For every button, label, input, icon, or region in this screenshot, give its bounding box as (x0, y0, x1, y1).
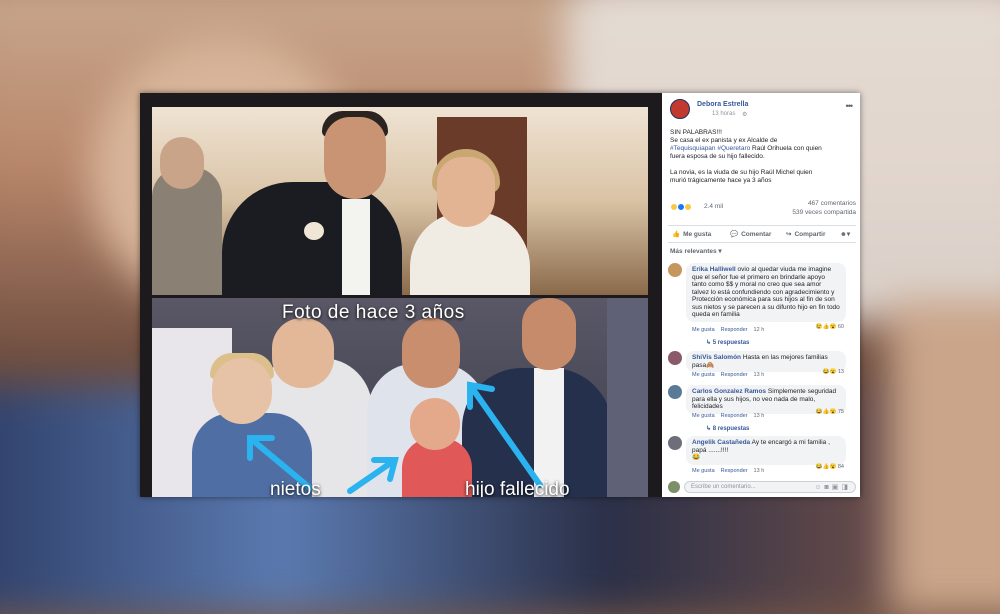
post-photo[interactable]: Foto de hace 3 años nietos hijo fallecid… (140, 93, 662, 497)
comment-reactions[interactable]: 😢👍😮 60 (816, 324, 844, 330)
annotation-arrows (247, 381, 543, 494)
arrow-deceased-son (467, 382, 543, 488)
sort-comments[interactable]: Más relevantes ▾ (670, 247, 722, 255)
reactions-bar: 2.4 mil 467 comentarios 539 veces compar… (670, 199, 856, 217)
comment-like-link[interactable]: Me gusta (692, 372, 715, 378)
view-replies-link[interactable]: ↳ 5 respuestas (706, 339, 749, 346)
hashtag-queretaro[interactable]: #Queretaro (717, 145, 750, 152)
wow-icon (684, 203, 692, 211)
comment-bubble: Angelik Castañeda Ay te encargó a mi fam… (686, 436, 846, 465)
comment-composer: Escribe un comentario... ☺◙▣◨ (668, 481, 856, 495)
sticker-icon: ◨ (841, 484, 851, 491)
thumbs-up-icon: 👍 (672, 231, 681, 238)
author-name[interactable]: Debora Estrella (697, 101, 748, 108)
like-button[interactable]: 👍 Me gusta (672, 230, 711, 238)
comment-placeholder: Escribe un comentario... (691, 484, 756, 490)
comment-meta: Me gusta Responder 13 h (692, 468, 765, 474)
comment-meta: Me gusta Responder 13 h (692, 372, 765, 378)
reaction-picker[interactable]: ☻▾ (840, 230, 850, 238)
facebook-post: Foto de hace 3 años nietos hijo fallecid… (140, 93, 860, 497)
comment-reply-link[interactable]: Responder (721, 413, 748, 419)
camera-icon: ◙ (824, 484, 832, 491)
commenter-avatar[interactable] (668, 263, 682, 277)
share-icon: ↪ (786, 231, 792, 238)
comment-bubble: Erika Halliwell ovio al quedar viuda me … (686, 263, 846, 322)
post-text: SIN PALABRAS!!! Se casa el ex panista y … (670, 129, 822, 184)
label-deceased-son: hijo fallecido (465, 479, 570, 497)
comment-reactions[interactable]: 😂👍😮 75 (816, 409, 844, 415)
post-header: Debora Estrella 13 horas ⚙ ••• (670, 99, 856, 123)
author-avatar[interactable] (670, 99, 690, 119)
comment-input[interactable]: Escribe un comentario... ☺◙▣◨ (684, 481, 856, 493)
comment-reactions[interactable]: 😂👍😮 84 (816, 464, 844, 470)
commenter-name[interactable]: ShiVis Salomón (692, 354, 741, 361)
post-time[interactable]: 13 horas (712, 111, 735, 117)
reactions-count[interactable]: 2.4 mil (704, 203, 723, 210)
hashtag-tequisquiapan[interactable]: #Tequisquiapan (670, 145, 716, 152)
view-replies-link[interactable]: ↳ 8 respuestas (706, 425, 749, 432)
own-avatar (668, 481, 680, 493)
comment-icon: 💬 (730, 231, 739, 238)
comment-like-link[interactable]: Me gusta (692, 327, 715, 333)
comment-reply-link[interactable]: Responder (721, 327, 748, 333)
post-sidebar: Debora Estrella 13 horas ⚙ ••• SIN PALAB… (662, 93, 860, 497)
comment-meta: Me gusta Responder 13 h (692, 413, 765, 419)
globe-icon: ⚙ (742, 112, 748, 118)
shares-count[interactable]: 539 veces compartida (792, 208, 856, 217)
comment-like-link[interactable]: Me gusta (692, 468, 715, 474)
post-actions: 👍 Me gusta 💬 Comentar ↪ Compartir ☻▾ (668, 225, 856, 243)
commenter-avatar[interactable] (668, 436, 682, 450)
comments-count[interactable]: 467 comentarios (792, 199, 856, 208)
comment-like-link[interactable]: Me gusta (692, 413, 715, 419)
commenter-avatar[interactable] (668, 351, 682, 365)
comment-meta: Me gusta Responder 12 h (692, 327, 765, 333)
gif-icon: ▣ (831, 484, 842, 491)
comment-reply-link[interactable]: Responder (721, 468, 748, 474)
commenter-name[interactable]: Carlos Gonzalez Ramos (692, 388, 766, 395)
composer-tools[interactable]: ☺◙▣◨ (814, 483, 851, 491)
comment-button[interactable]: 💬 Comentar (730, 230, 771, 238)
share-button[interactable]: ↪ Compartir (786, 230, 826, 238)
commenter-name[interactable]: Erika Halliwell (692, 266, 736, 273)
commenter-name[interactable]: Angelik Castañeda (692, 439, 750, 446)
more-options-icon[interactable]: ••• (846, 101, 854, 111)
label-grandchildren: nietos (270, 479, 321, 497)
commenter-avatar[interactable] (668, 385, 682, 399)
comment-reactions[interactable]: 😂😮 13 (823, 369, 844, 375)
emoji-icon: ☺ (814, 484, 825, 491)
comment-reply-link[interactable]: Responder (721, 372, 748, 378)
